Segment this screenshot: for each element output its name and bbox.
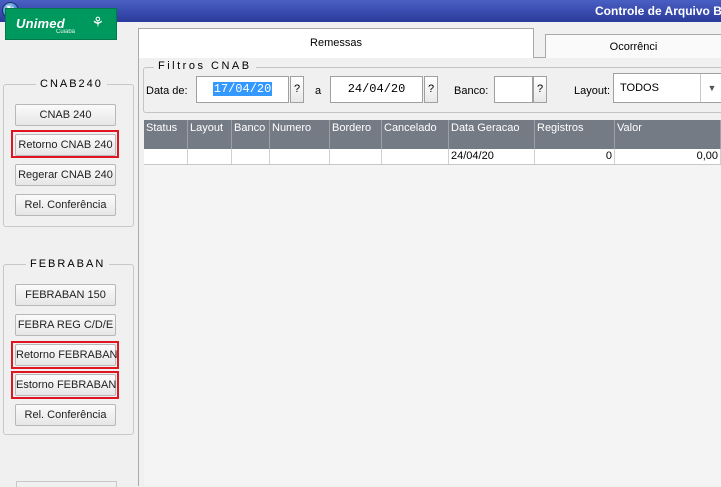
cnab240-button[interactable]: CNAB 240	[15, 104, 116, 126]
chevron-down-icon[interactable]: ▼	[700, 74, 721, 102]
col-header-banco[interactable]: Banco	[232, 120, 270, 149]
febraban-group-title: FEBRABAN	[26, 258, 110, 270]
tab-ocorrencias[interactable]: Ocorrênci	[545, 34, 721, 58]
highlight-retorno-cnab240	[11, 130, 119, 158]
grid-header: Status Layout Banco Numero Bordero Cance…	[144, 120, 721, 149]
remessas-grid: Status Layout Banco Numero Bordero Cance…	[144, 120, 721, 486]
regerar-cnab240-button[interactable]: Regerar CNAB 240	[15, 164, 116, 186]
cell-valor: 0,00	[615, 149, 721, 164]
col-header-status[interactable]: Status	[144, 120, 188, 149]
date-to-lookup-button[interactable]: ?	[424, 76, 438, 103]
cell-registros: 0	[535, 149, 615, 164]
date-from-lookup-button[interactable]: ?	[290, 76, 304, 103]
bank-input[interactable]	[494, 76, 533, 103]
rel-conferencia-febraban-button[interactable]: Rel. Conferência	[15, 404, 116, 426]
left-panel-bottom-button-edge	[16, 481, 117, 487]
cell-cancelado	[382, 149, 449, 164]
rel-conferencia-cnab-button[interactable]: Rel. Conferência	[15, 194, 116, 216]
cell-banco	[232, 149, 270, 164]
unimed-logo: Unimed Cuiabá ⚘	[5, 8, 117, 40]
layout-label: Layout:	[574, 85, 611, 97]
date-to-value: 24/04/20	[347, 82, 406, 96]
col-header-layout[interactable]: Layout	[188, 120, 232, 149]
febra-reg-cde-button[interactable]: FEBRA REG C/D/E	[15, 314, 116, 336]
cell-data-geracao: 24/04/20	[449, 149, 535, 164]
layout-select-value: TODOS	[620, 82, 659, 94]
filtros-cnab-title: Filtros CNAB	[154, 60, 256, 72]
col-header-numero[interactable]: Numero	[270, 120, 330, 149]
table-row[interactable]: 24/04/20 0 0,00	[144, 149, 721, 165]
date-to-input[interactable]: 24/04/20	[330, 76, 423, 103]
date-from-label: Data de:	[146, 85, 188, 97]
highlight-estorno-febraban	[11, 371, 119, 399]
col-header-registros[interactable]: Registros	[535, 120, 615, 149]
bank-label: Banco:	[454, 85, 489, 97]
col-header-bordero[interactable]: Bordero	[330, 120, 382, 149]
bank-lookup-button[interactable]: ?	[533, 76, 547, 103]
cell-layout	[188, 149, 232, 164]
tab-remessas[interactable]: Remessas	[138, 28, 534, 58]
col-header-data-geracao[interactable]: Data Geracao	[449, 120, 535, 149]
layout-select[interactable]: TODOS ▼	[613, 73, 721, 103]
window-title: Controle de Arquivo Ba	[595, 4, 721, 18]
highlight-retorno-febraban	[11, 341, 119, 369]
febraban150-button[interactable]: FEBRABAN 150	[15, 284, 116, 306]
cell-status	[144, 149, 188, 164]
date-between-label: a	[315, 85, 322, 97]
cell-numero	[270, 149, 330, 164]
cell-bordero	[330, 149, 382, 164]
unimed-mark-icon: ⚘	[91, 14, 104, 30]
date-from-value: 17/04/20	[212, 82, 273, 96]
cnab240-group-title: CNAB240	[36, 78, 107, 90]
date-from-input[interactable]: 17/04/20	[196, 76, 289, 103]
col-header-cancelado[interactable]: Cancelado	[382, 120, 449, 149]
logo-subtitle: Cuiabá	[56, 29, 76, 35]
col-header-valor[interactable]: Valor	[615, 120, 721, 149]
